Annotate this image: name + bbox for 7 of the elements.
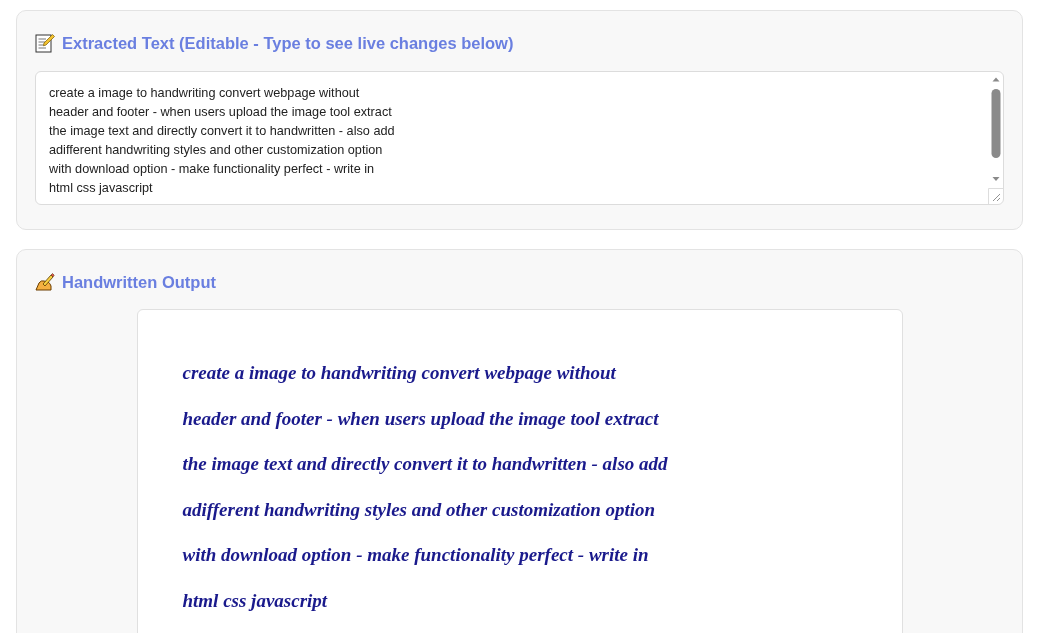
memo-icon bbox=[35, 33, 55, 53]
panel-title: Handwritten Output bbox=[62, 272, 216, 292]
text-area[interactable]: create a image to handwriting convert webpage without header and footer - when users upload the image tool extract the image text and directly convert it to handwritten - also add adifferent handwriting styles and other customization option with download option - make functionality perfect - write in html css javascript bbox=[35, 71, 1004, 205]
resize-grip-icon[interactable] bbox=[988, 188, 1003, 204]
handwritten-text: create a image to handwriting convert webpage without header and footer - when users upload the image tool extract the image text and directly convert it to handwritten - also add adifferent handwriting styles and other customization option with download option - make functionality perfect - write in html css javascript bbox=[136, 309, 903, 633]
panel-title: Extracted Text (Editable - Type to see live changes below) bbox=[62, 33, 514, 53]
writing-hand-icon bbox=[35, 272, 55, 292]
